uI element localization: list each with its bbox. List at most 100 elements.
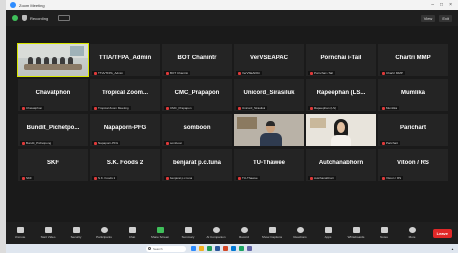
participant-label-text: Unicord_Sirasiluk xyxy=(242,106,266,110)
participant-label: BOT Chanintr xyxy=(164,71,191,75)
mic-muted-icon xyxy=(94,71,97,75)
more-button[interactable]: More xyxy=(398,227,426,239)
participant-name: BOT Chanintr xyxy=(177,55,217,61)
mic-muted-icon xyxy=(238,71,241,75)
participant-name: Unicord_Sirasiluk xyxy=(243,90,295,96)
participant-label: CMC_Prapapon xyxy=(164,106,194,110)
participant-tile[interactable]: Pornchai i-Tail Pornchai i-Tail xyxy=(306,44,376,76)
participant-tile[interactable]: Unicord_Sirasiluk Unicord_Sirasiluk xyxy=(234,79,304,111)
security-button[interactable]: Security xyxy=(62,227,90,239)
taskbar-search[interactable]: Search xyxy=(146,245,186,252)
zoom-window: Zoom Meeting – □ × Recording View Exit T… xyxy=(6,0,458,253)
notes-button[interactable]: Notes xyxy=(370,227,398,239)
teams-app-icon[interactable] xyxy=(247,246,252,251)
captions-icon xyxy=(268,227,276,233)
shield-icon xyxy=(72,227,80,233)
folder-app-icon[interactable] xyxy=(199,246,204,251)
participant-tile[interactable]: Chartri MMP Chartri MMP xyxy=(378,44,448,76)
participant-tile[interactable]: VerVSEAPAC VerVSEAPAC xyxy=(234,44,304,76)
mic-muted-icon xyxy=(310,106,313,110)
participant-tile[interactable]: BOT Chanintr BOT Chanintr xyxy=(162,44,232,76)
participant-label: S.K. Foods 2 xyxy=(92,176,118,180)
participant-label: Bundit_Pichetpong xyxy=(20,141,54,145)
topbar-right: View Exit xyxy=(420,14,452,22)
more-icon xyxy=(408,227,416,233)
minimize-icon[interactable]: – xyxy=(431,2,434,8)
participant-tile[interactable]: SKF SKF xyxy=(18,149,88,181)
ai-companion-button[interactable]: AI Companion xyxy=(202,227,230,239)
participant-label-text: Chartri MMP xyxy=(386,71,403,75)
outlook-app-icon[interactable] xyxy=(231,246,236,251)
participant-tile[interactable]: somboon somboon xyxy=(162,114,232,146)
participant-name: Napaporn-PFG xyxy=(103,125,147,131)
tool-label: Start Video xyxy=(40,235,56,239)
participant-tile[interactable]: S.K. Foods 2 S.K. Foods 2 xyxy=(90,149,160,181)
participant-tile[interactable] xyxy=(17,43,89,77)
participant-label: Vitoon / RS xyxy=(380,176,404,180)
mic-muted-icon xyxy=(382,176,385,180)
participant-tile[interactable] xyxy=(234,114,304,146)
zoom-app-icon[interactable] xyxy=(191,246,196,251)
powerpoint-app-icon[interactable] xyxy=(223,246,228,251)
participant-name: Tropical Zoom... xyxy=(101,90,148,96)
view-button[interactable]: View xyxy=(420,14,436,22)
mic-muted-icon xyxy=(166,141,169,145)
notes-icon xyxy=(380,227,388,233)
mic-muted-icon xyxy=(310,71,313,75)
participants-button[interactable]: Participants xyxy=(90,227,118,239)
participant-name: TU-Thawee xyxy=(252,160,285,166)
word-app-icon[interactable] xyxy=(215,246,220,251)
leave-button[interactable]: Leave xyxy=(432,228,452,238)
title-bar: Zoom Meeting – □ × xyxy=(6,0,458,10)
meeting-info-icon[interactable] xyxy=(12,15,18,21)
pause-recording-button[interactable] xyxy=(58,15,71,21)
record-button[interactable]: Record xyxy=(230,227,258,239)
participant-tile[interactable]: CMC_Prapapon CMC_Prapapon xyxy=(162,79,232,111)
excel-app-icon[interactable] xyxy=(207,246,212,251)
participant-name: S.K. Foods 2 xyxy=(106,160,144,166)
participant-name: Parichart xyxy=(399,125,426,131)
participant-tile[interactable]: Mumlika Mumlika xyxy=(378,79,448,111)
chat-button[interactable]: Chat xyxy=(118,227,146,239)
participant-tile[interactable]: Rapeephan (LS... Rapeephan (LS) xyxy=(306,79,376,111)
apps-button[interactable]: Apps xyxy=(314,227,342,239)
participant-label-text: Napaporn-PFG xyxy=(98,141,119,145)
summary-button[interactable]: Summary xyxy=(174,227,202,239)
participant-label-text: Mumlika xyxy=(386,106,398,110)
participant-tile[interactable]: Chavatphon Chavatphon xyxy=(18,79,88,111)
participant-tile[interactable]: TTIA/TFPA_Admin TTIA/TFPA_Admin xyxy=(90,44,160,76)
participant-tile[interactable] xyxy=(306,114,376,146)
participant-name: somboon xyxy=(183,125,211,131)
search-icon xyxy=(148,247,151,250)
tool-label: Share Screen xyxy=(150,235,170,239)
recording-indicator[interactable]: Recording xyxy=(30,16,48,21)
participant-tile[interactable]: Napaporn-PFG Napaporn-PFG xyxy=(90,114,160,146)
participant-tile[interactable]: Autchanabhorn Autchanabhorn xyxy=(306,149,376,181)
participant-label: SKF xyxy=(20,176,34,180)
shield-icon[interactable] xyxy=(22,15,27,21)
participant-label-text: CMC_Prapapon xyxy=(170,106,192,110)
start-video-button[interactable]: Start Video xyxy=(34,227,62,239)
system-tray[interactable]: ▲ xyxy=(451,247,454,251)
participant-tile[interactable]: benjarat p.c.tuna benjarat p.c.tuna xyxy=(162,149,232,181)
participant-name: benjarat p.c.tuna xyxy=(172,160,221,166)
participant-name: Autchanabhorn xyxy=(318,160,364,166)
participant-video xyxy=(306,114,376,146)
participant-tile[interactable]: Bundit_Pichetpo... Bundit_Pichetpong xyxy=(18,114,88,146)
participant-tile[interactable]: Parichart Parichart xyxy=(378,114,448,146)
share-screen-button[interactable]: Share Screen xyxy=(146,227,174,239)
mic-muted-icon xyxy=(94,141,97,145)
participant-tile[interactable]: TU-Thawee TU-Thawee xyxy=(234,149,304,181)
exit-fullscreen-button[interactable]: Exit xyxy=(439,14,452,22)
reactions-button[interactable]: Reactions xyxy=(286,227,314,239)
chrome-app-icon[interactable] xyxy=(239,246,244,251)
unmute-button[interactable]: Unmute xyxy=(6,227,34,239)
maximize-icon[interactable]: □ xyxy=(440,2,443,8)
taskbar-apps xyxy=(191,246,252,251)
whiteboards-button[interactable]: Whiteboards xyxy=(342,227,370,239)
participant-tile[interactable]: Tropical Zoom... Tropical Zoom Meeting xyxy=(90,79,160,111)
participant-label: TTIA/TFPA_Admin xyxy=(92,71,125,75)
participant-tile[interactable]: Vitoon / RS Vitoon / RS xyxy=(378,149,448,181)
captions-button[interactable]: Show Captions xyxy=(258,227,286,239)
close-icon[interactable]: × xyxy=(449,2,452,8)
